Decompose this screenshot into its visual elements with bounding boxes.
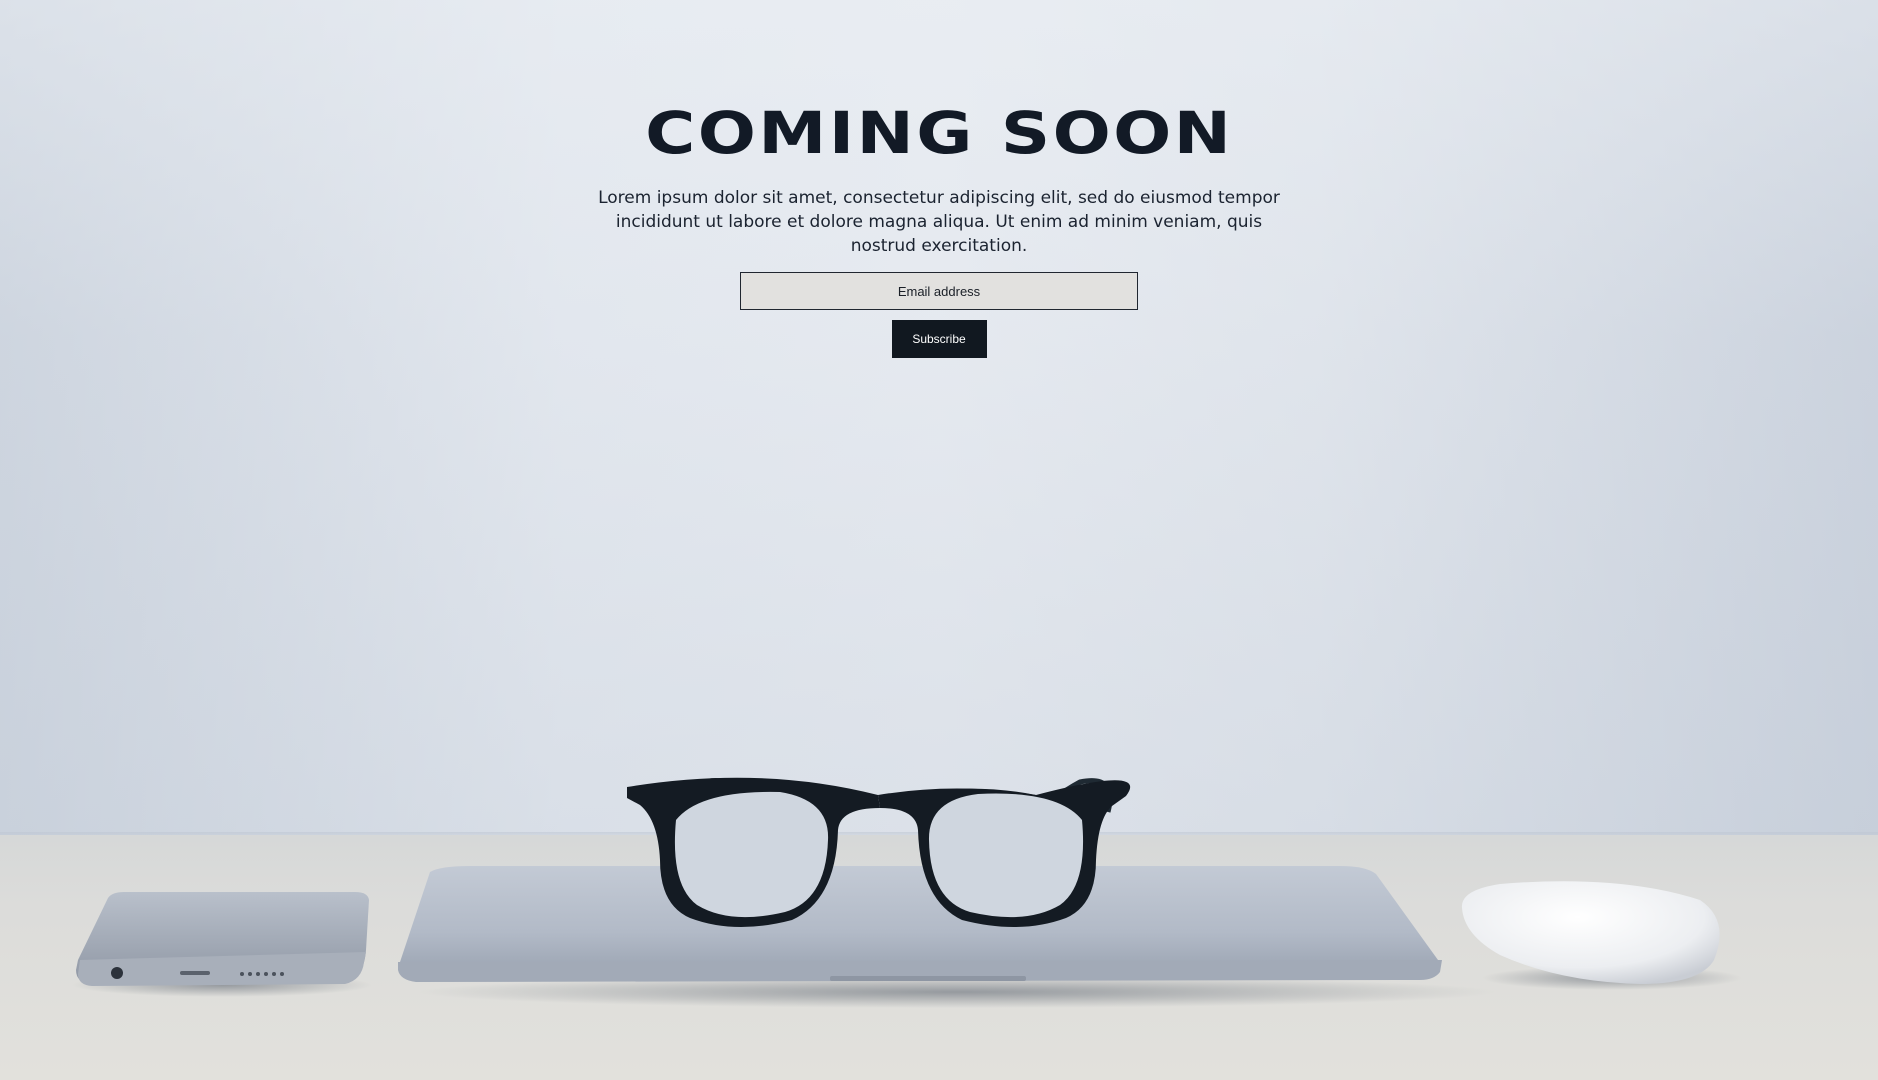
mouse-image [1461, 881, 1742, 990]
subscribe-button[interactable]: Subscribe [891, 320, 987, 358]
phone-image [72, 892, 372, 997]
email-field[interactable] [740, 272, 1138, 310]
page-title: COMING SOON [644, 99, 1234, 167]
hero-description: Lorem ipsum dolor sit amet, consectetur … [598, 188, 1280, 256]
hero-section: COMING SOON Lorem ipsum dolor sit amet, … [0, 98, 1878, 358]
